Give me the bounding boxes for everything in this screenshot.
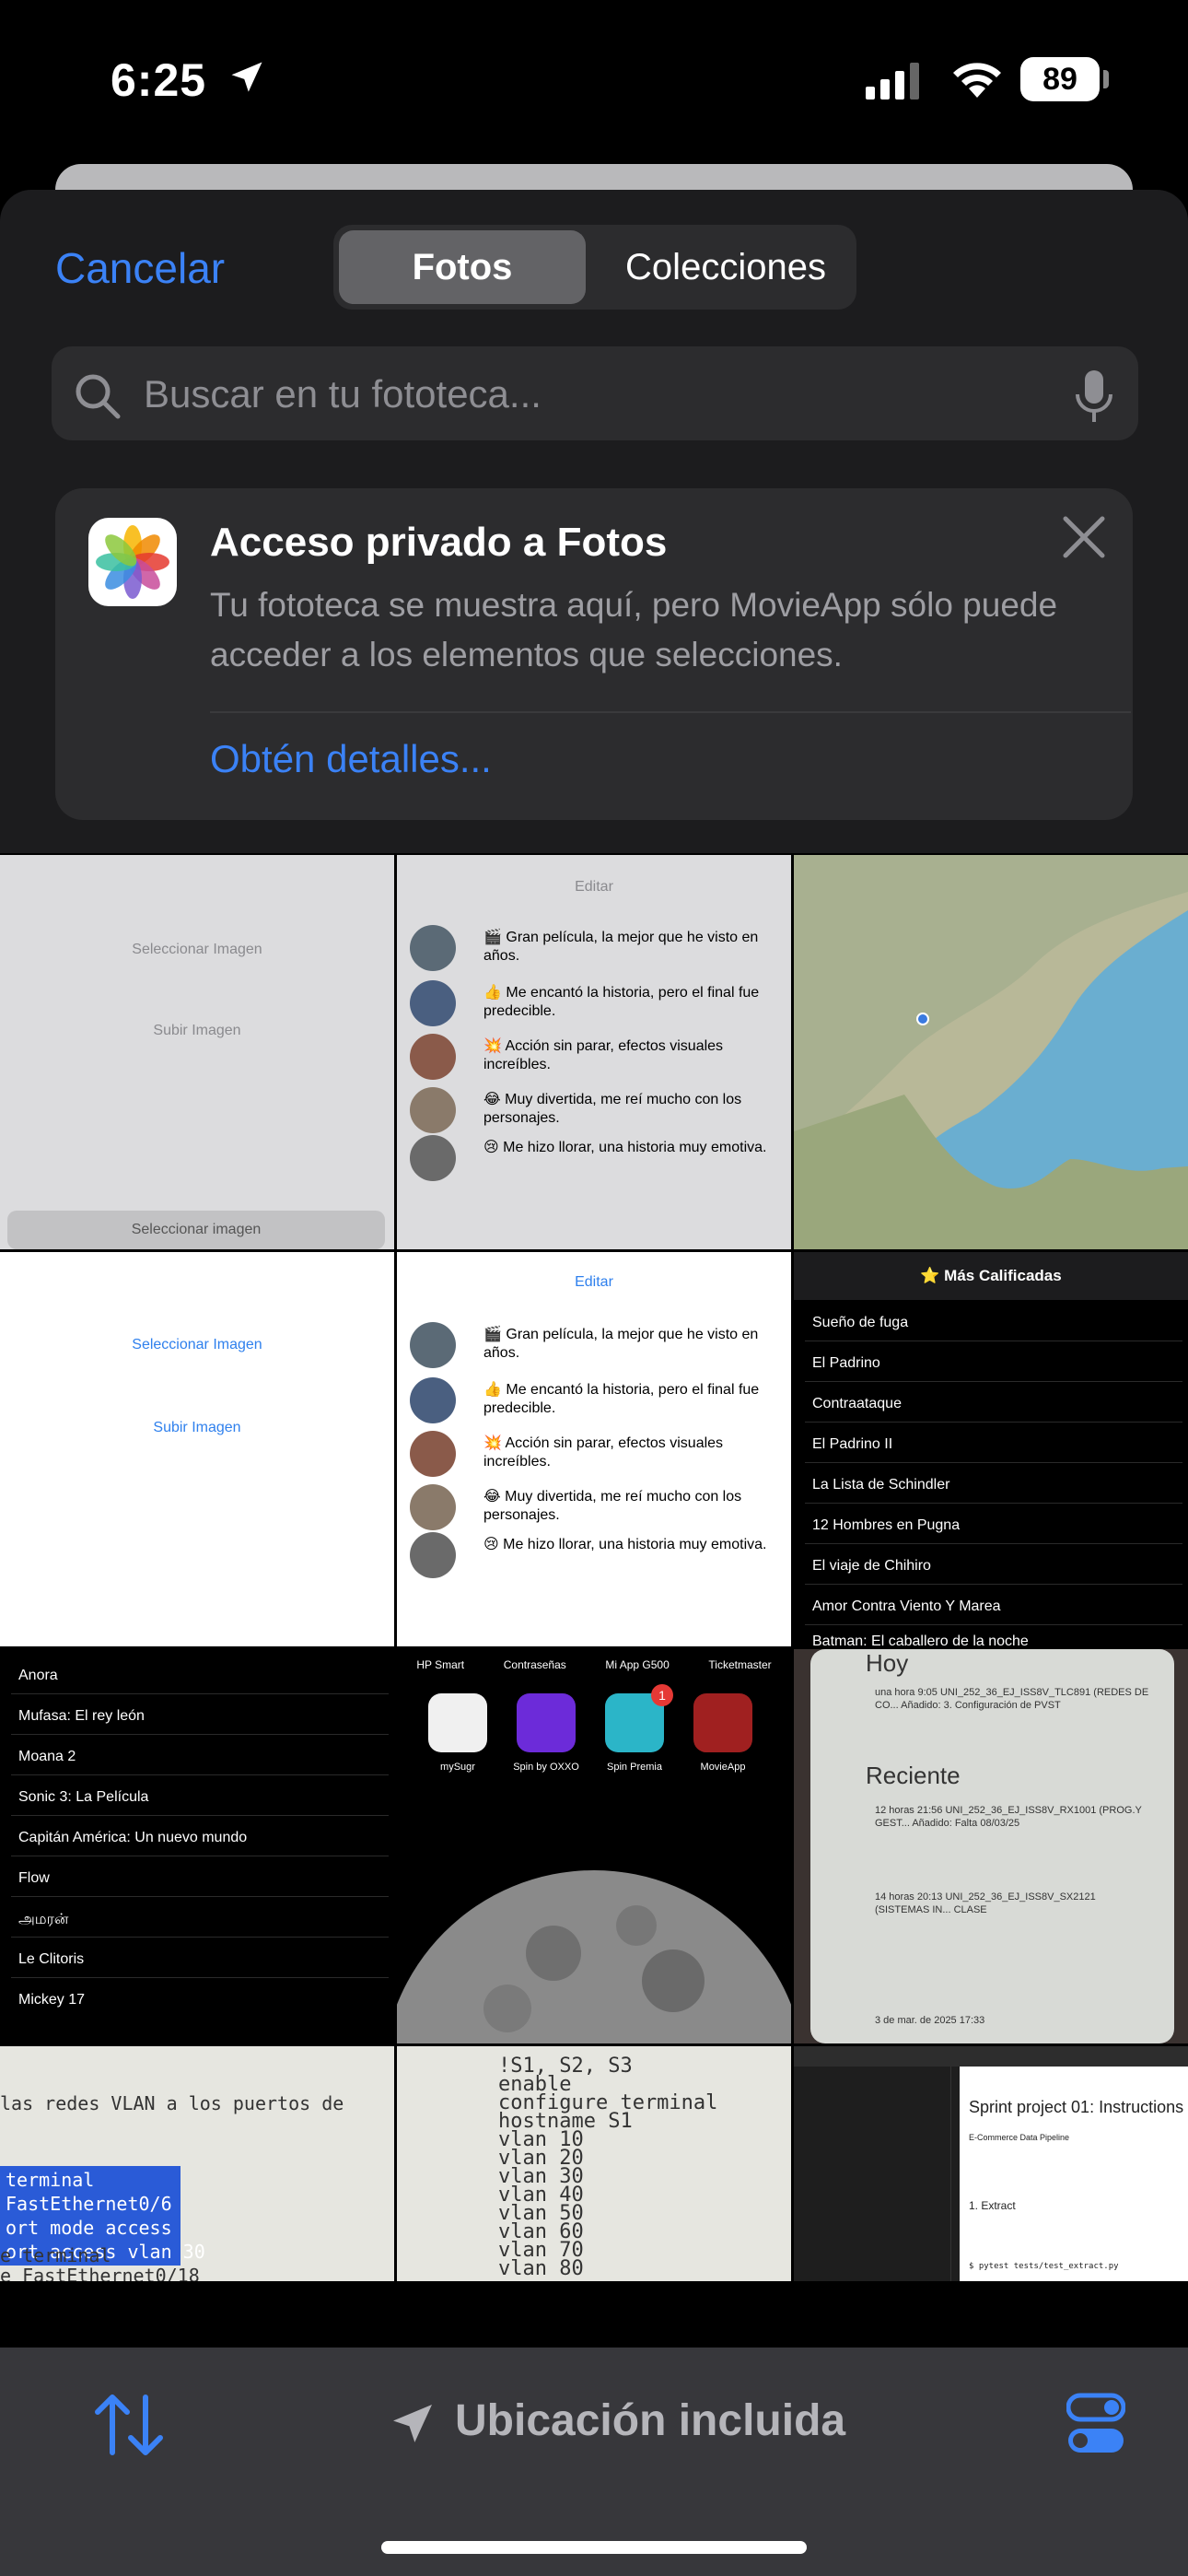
home-indicator (381, 2541, 807, 2554)
thumb-text: Editar (575, 879, 613, 895)
list-item: Flow (18, 1870, 50, 1886)
map-image (794, 855, 1188, 1249)
sort-arrows-icon[interactable] (92, 2392, 166, 2458)
code-text: las redes VLAN a los puertos de (0, 2092, 344, 2114)
app-label: Spin by OXXO (513, 1762, 579, 1773)
list-item: La Lista de Schindler (812, 1477, 950, 1493)
thumb-button: Seleccionar imagen (7, 1211, 385, 1249)
app-label: Ticketmaster (708, 1658, 772, 1671)
list-item: Sueño de fuga (812, 1315, 909, 1330)
list-item: El viaje de Chihiro (812, 1558, 931, 1574)
photo-thumbnail[interactable]: ⭐ Más Calificadas Sueño de fuga El Padri… (794, 1252, 1188, 1646)
app-label: HP Smart (416, 1658, 465, 1671)
list-item: El Padrino (812, 1355, 880, 1371)
thumb-text: Seleccionar imagen (131, 1222, 262, 1237)
list-item: Amor Contra Viento Y Marea (812, 1598, 1001, 1614)
code-text: ort mode access (6, 2217, 172, 2239)
doc-section: 1. Extract (969, 2199, 1016, 2212)
photo-thumbnail[interactable]: Hoy una hora 9:05 UNI_252_36_EJ_ISS8V_TL… (794, 1649, 1188, 2043)
thumb-text: Seleccionar Imagen (132, 942, 262, 957)
close-icon[interactable] (1061, 514, 1107, 560)
photo-thumbnail[interactable]: las redes VLAN a los puertos de terminal… (0, 2046, 394, 2281)
status-time: 6:25 (111, 54, 207, 106)
tab-colecciones[interactable]: Colecciones (599, 230, 853, 304)
thumb-header: ⭐ Más Calificadas (920, 1267, 1062, 1284)
privacy-card-title: Acceso privado a Fotos (210, 520, 668, 565)
list-item: Batman: El caballero de la noche (812, 1633, 1029, 1646)
details-link[interactable]: Obtén detalles... (210, 737, 492, 781)
doc-subtitle: E-Commerce Data Pipeline (969, 2133, 1070, 2142)
search-input[interactable]: Buscar en tu fototeca... (144, 372, 542, 416)
code-text: terminal (6, 2169, 95, 2191)
options-toggle-icon[interactable] (1066, 2392, 1125, 2456)
location-arrow-icon (231, 62, 262, 92)
battery-indicator: 89 (1020, 57, 1100, 101)
cellular-signal-icon (866, 63, 919, 100)
app-label: Spin Premia (607, 1762, 662, 1773)
photo-thumbnail[interactable]: HP Smart Contraseñas Mi App G500 Ticketm… (397, 1649, 791, 2043)
list-item: Sonic 3: La Película (18, 1789, 149, 1805)
doc-title: Sprint project 01: Instructions (969, 2098, 1184, 2116)
photo-thumbnail[interactable]: Editar 🎬 Gran película, la mejor que he … (397, 1252, 791, 1646)
cancel-button[interactable]: Cancelar (55, 243, 225, 293)
location-included-label[interactable]: Ubicación incluida (455, 2395, 845, 2446)
timeline-entry: 12 horas 21:56 UNI_252_36_EJ_ISS8V_RX100… (875, 1805, 1142, 1829)
photo-thumbnail[interactable]: Seleccionar Imagen Subir Imagen Seleccio… (0, 855, 394, 1249)
status-bar: 6:25 89 (0, 0, 1188, 166)
timeline-entry: una hora 9:05 UNI_252_36_EJ_ISS8V_TLC891… (875, 1687, 1149, 1711)
list-item: Le Clitoris (18, 1951, 85, 1967)
photo-thumbnail[interactable]: Editar 🎬 Gran película, la mejor que he … (397, 855, 791, 1249)
list-item: Mufasa: El rey león (18, 1708, 145, 1724)
thumb-text: Seleccionar Imagen (132, 1337, 262, 1352)
privacy-card-body: Tu fototeca se muestra aquí, pero MovieA… (210, 586, 1058, 673)
section-title: Hoy (866, 1649, 909, 1677)
app-label: Contraseñas (503, 1658, 566, 1671)
thumb-text: Subir Imagen (153, 1023, 241, 1038)
list-item: El Padrino II (812, 1436, 893, 1452)
photo-thumbnail[interactable]: Anora Mufasa: El rey león Moana 2 Sonic … (0, 1649, 394, 2043)
location-arrow-icon (393, 2405, 432, 2442)
list-item: Mickey 17 (18, 1992, 86, 2008)
photo-thumbnail[interactable]: Sprint project 01: Instructions E-Commer… (794, 2046, 1188, 2281)
mysugr-icon (428, 1693, 487, 1752)
photos-app-icon (88, 518, 177, 606)
photo-thumbnail[interactable]: !S1, S2, S3 enable configure terminal ho… (397, 2046, 791, 2281)
map-thumbnail[interactable] (794, 855, 1188, 1249)
app-label: Mi App G500 (605, 1658, 670, 1671)
spin-oxxo-icon (517, 1693, 576, 1752)
notification-badge: 1 (651, 1684, 673, 1706)
list-item: 12 Hombres en Pugna (812, 1517, 961, 1533)
photo-thumbnail[interactable]: Seleccionar Imagen Subir Imagen (0, 1252, 394, 1646)
code-text: e terminal (0, 2244, 111, 2266)
search-icon (76, 374, 121, 419)
movieapp-icon (693, 1693, 752, 1752)
timeline-entry: 3 de mar. de 2025 17:33 (875, 2015, 985, 2026)
thumb-text: Subir Imagen (153, 1420, 241, 1435)
doc-command: $ pytest tests/test_extract.py (969, 2262, 1119, 2271)
code-text: vlan 80 (498, 2257, 584, 2280)
list-item: Capitán América: Un nuevo mundo (18, 1830, 248, 1845)
list-item: அமரன் (18, 1912, 69, 1927)
microphone-icon[interactable] (1074, 369, 1114, 424)
wifi-icon (953, 63, 1001, 98)
tab-fotos[interactable]: Fotos (339, 230, 586, 304)
code-text: FastEthernet0/6 (6, 2193, 172, 2215)
thumb-text: Editar (575, 1274, 613, 1290)
list-item: Contraataque (812, 1396, 902, 1411)
list-item: Moana 2 (18, 1749, 76, 1764)
timeline-entry: 14 horas 20:13 UNI_252_36_EJ_ISS8V_SX212… (875, 1891, 1096, 1915)
battery-tip (1103, 70, 1109, 88)
section-title: Reciente (866, 1762, 961, 1789)
code-text: e FastEthernet0/18 (0, 2265, 200, 2281)
app-label: mySugr (440, 1762, 475, 1773)
app-label: MovieApp (700, 1762, 746, 1773)
list-item: Anora (18, 1668, 58, 1683)
divider (210, 711, 1131, 713)
